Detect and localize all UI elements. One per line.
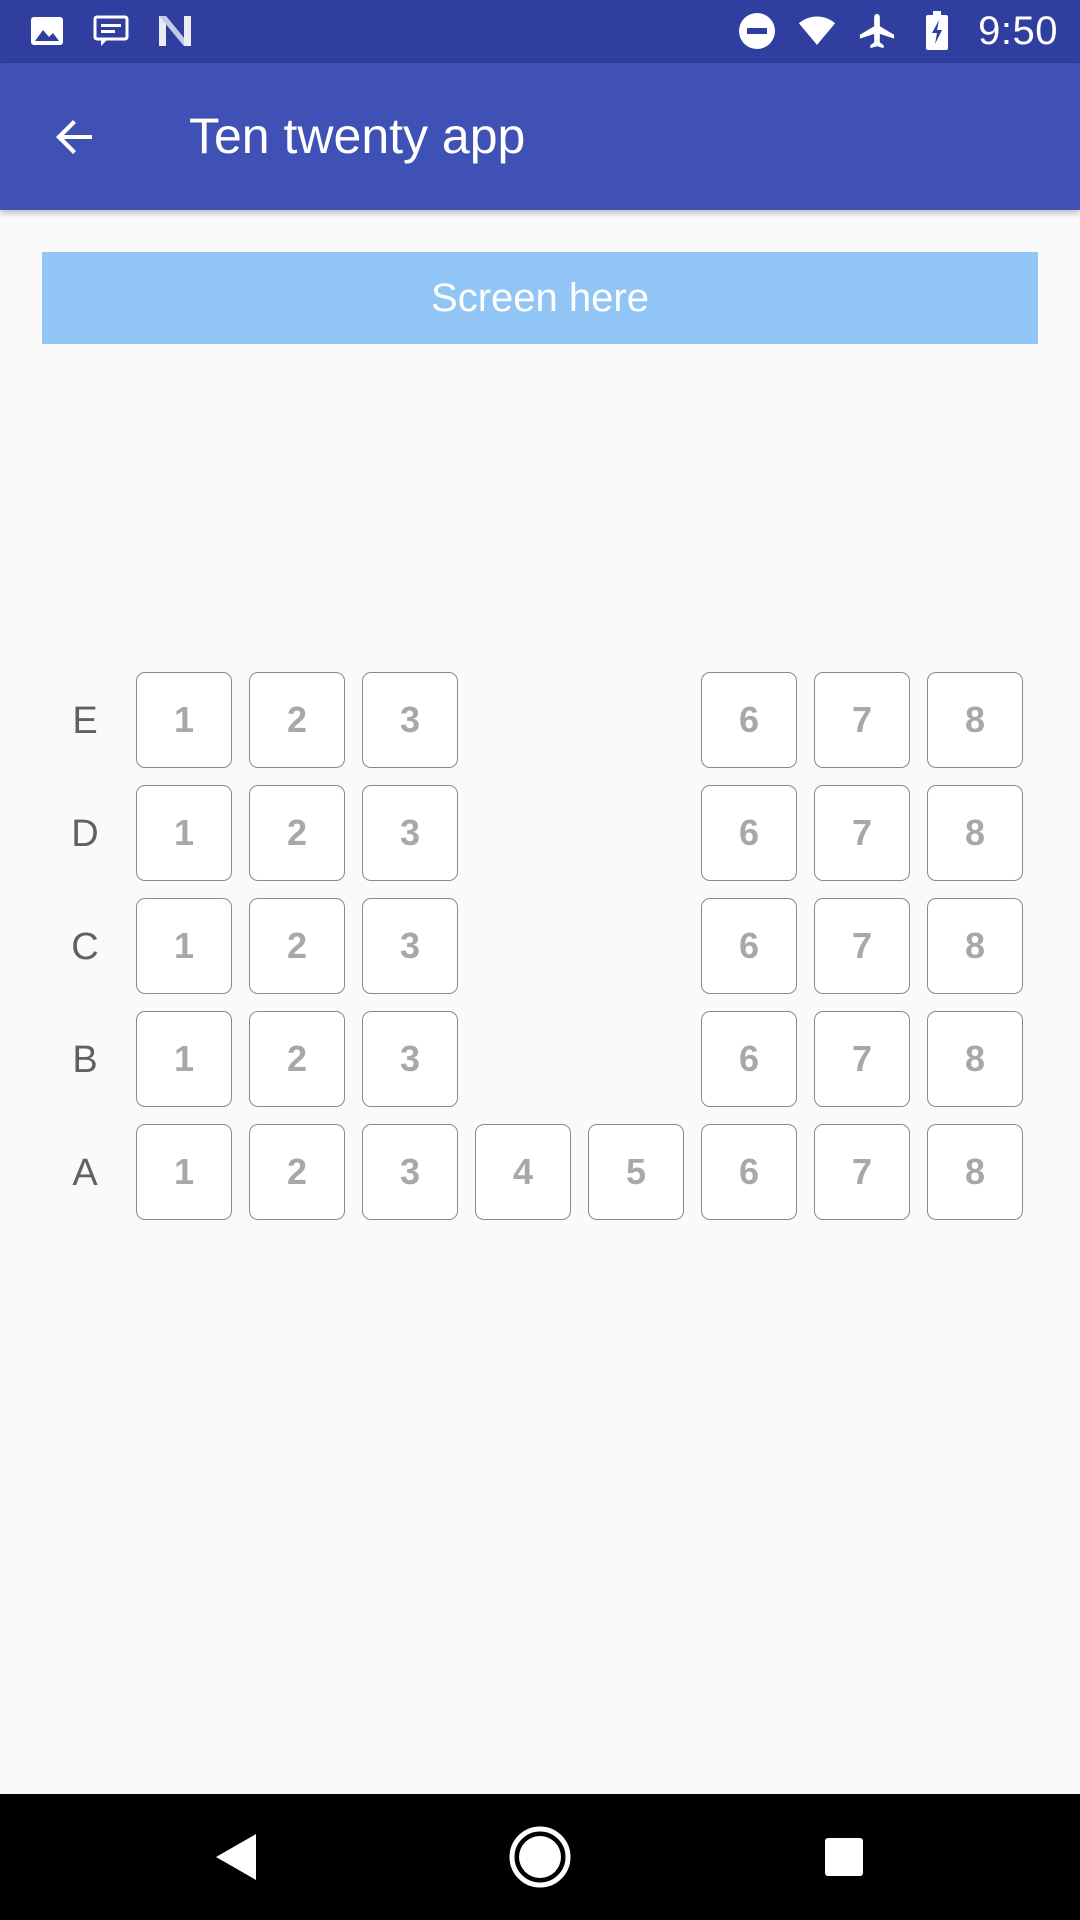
seat-a-6[interactable]: 6 — [701, 1124, 797, 1220]
status-left-icons — [28, 12, 194, 50]
seat-c-3[interactable]: 3 — [362, 898, 458, 994]
seat-d-2[interactable]: 2 — [249, 785, 345, 881]
app-title: Ten twenty app — [189, 108, 526, 164]
system-nav-bar — [0, 1794, 1080, 1920]
seat-c-2[interactable]: 2 — [249, 898, 345, 994]
seat-row-b: B 1 2 3 6 7 8 — [0, 1011, 1080, 1109]
seat-row-e: E 1 2 3 6 7 8 — [0, 672, 1080, 770]
seat-e-6[interactable]: 6 — [701, 672, 797, 768]
seat-c-7[interactable]: 7 — [814, 898, 910, 994]
seat-row-a: A 1 2 3 4 5 6 7 8 — [0, 1124, 1080, 1222]
seat-a-4[interactable]: 4 — [475, 1124, 571, 1220]
seat-b-1[interactable]: 1 — [136, 1011, 232, 1107]
nav-recents-button[interactable] — [804, 1817, 884, 1897]
screen-label: Screen here — [431, 275, 649, 320]
seat-e-1[interactable]: 1 — [136, 672, 232, 768]
battery-charging-icon — [918, 11, 956, 50]
seat-a-2[interactable]: 2 — [249, 1124, 345, 1220]
image-icon — [28, 12, 66, 50]
seat-d-8[interactable]: 8 — [927, 785, 1023, 881]
seat-row-d: D 1 2 3 6 7 8 — [0, 785, 1080, 883]
seat-a-5[interactable]: 5 — [588, 1124, 684, 1220]
message-icon — [92, 12, 130, 50]
row-label: A — [72, 1151, 98, 1194]
wifi-icon — [798, 12, 836, 50]
row-label: E — [72, 699, 98, 742]
row-label: D — [71, 812, 99, 855]
airplane-icon — [858, 12, 896, 50]
seat-c-1[interactable]: 1 — [136, 898, 232, 994]
app-bar: Ten twenty app — [0, 63, 1080, 210]
seat-e-7[interactable]: 7 — [814, 672, 910, 768]
seat-a-8[interactable]: 8 — [927, 1124, 1023, 1220]
do-not-disturb-icon — [738, 12, 776, 50]
status-bar: 9:50 — [0, 0, 1080, 63]
seat-b-8[interactable]: 8 — [927, 1011, 1023, 1107]
seat-e-8[interactable]: 8 — [927, 672, 1023, 768]
back-button[interactable] — [36, 99, 112, 175]
seat-a-1[interactable]: 1 — [136, 1124, 232, 1220]
n-logo-icon — [156, 12, 194, 50]
seat-b-3[interactable]: 3 — [362, 1011, 458, 1107]
seat-c-6[interactable]: 6 — [701, 898, 797, 994]
seat-d-7[interactable]: 7 — [814, 785, 910, 881]
status-time: 9:50 — [978, 8, 1058, 53]
seat-a-3[interactable]: 3 — [362, 1124, 458, 1220]
seat-c-8[interactable]: 8 — [927, 898, 1023, 994]
seat-d-3[interactable]: 3 — [362, 785, 458, 881]
seat-b-7[interactable]: 7 — [814, 1011, 910, 1107]
seat-e-2[interactable]: 2 — [249, 672, 345, 768]
home-circle-icon — [509, 1826, 571, 1888]
nav-home-button[interactable] — [500, 1817, 580, 1897]
seat-d-1[interactable]: 1 — [136, 785, 232, 881]
seat-a-7[interactable]: 7 — [814, 1124, 910, 1220]
arrow-back-icon — [56, 120, 92, 154]
status-right-icons: 9:50 — [738, 6, 1058, 56]
seat-row-c: C 1 2 3 6 7 8 — [0, 898, 1080, 996]
row-label: B — [72, 1038, 98, 1081]
back-triangle-icon — [216, 1834, 256, 1880]
recents-square-icon — [825, 1838, 863, 1876]
screen-indicator: Screen here — [42, 252, 1038, 344]
seat-e-3[interactable]: 3 — [362, 672, 458, 768]
seat-b-6[interactable]: 6 — [701, 1011, 797, 1107]
row-label: C — [71, 925, 99, 968]
nav-back-button[interactable] — [196, 1817, 276, 1897]
seat-d-6[interactable]: 6 — [701, 785, 797, 881]
seat-b-2[interactable]: 2 — [249, 1011, 345, 1107]
